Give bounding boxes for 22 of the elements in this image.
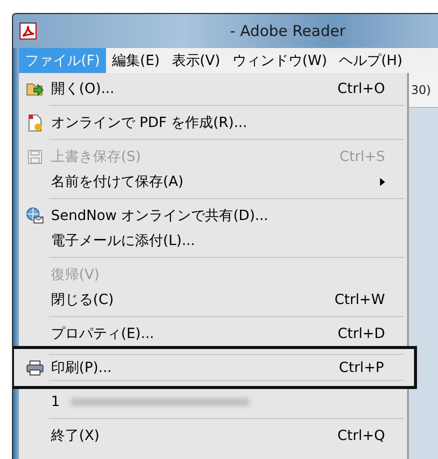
menu-bar-item[interactable]: 表示(V)	[166, 48, 226, 73]
menu-item[interactable]: 印刷(P)... Ctrl+P	[19, 355, 406, 380]
menu-item[interactable]: プロパティ(E)... Ctrl+D	[19, 321, 407, 346]
printer-icon	[26, 360, 44, 376]
window-title: - Adobe Reader	[230, 22, 346, 40]
menu-item-label: 1	[51, 394, 60, 410]
toolbar-text: 30)	[410, 83, 431, 97]
app-logo-icon	[19, 22, 37, 40]
menu-item[interactable]: 名前を付けて保存(A)	[19, 169, 407, 194]
menu-item[interactable]: 電子メールに添付(L)...	[19, 228, 407, 253]
globe-envelope-icon	[26, 206, 44, 224]
menu-bar-item[interactable]: 編集(E)	[106, 48, 166, 73]
menu-bar-item[interactable]: ヘルプ(H)	[333, 48, 409, 73]
menu-item[interactable]: 開く(O)... Ctrl+O	[19, 76, 407, 101]
folder-arrow-icon	[26, 80, 44, 96]
menu-bar-item[interactable]: ウィンドウ(W)	[226, 48, 334, 73]
menu-item[interactable]: オンラインで PDF を作成(R)...	[19, 110, 407, 135]
recent-file-item[interactable]: 1	[19, 389, 407, 414]
menu-item[interactable]: SendNow オンラインで共有(D)...	[19, 203, 407, 228]
submenu-arrow-icon	[380, 178, 385, 186]
menu-item[interactable]: 終了(X) Ctrl+Q	[19, 423, 407, 448]
menu-item[interactable]: 閉じる(C) Ctrl+W	[19, 287, 407, 312]
